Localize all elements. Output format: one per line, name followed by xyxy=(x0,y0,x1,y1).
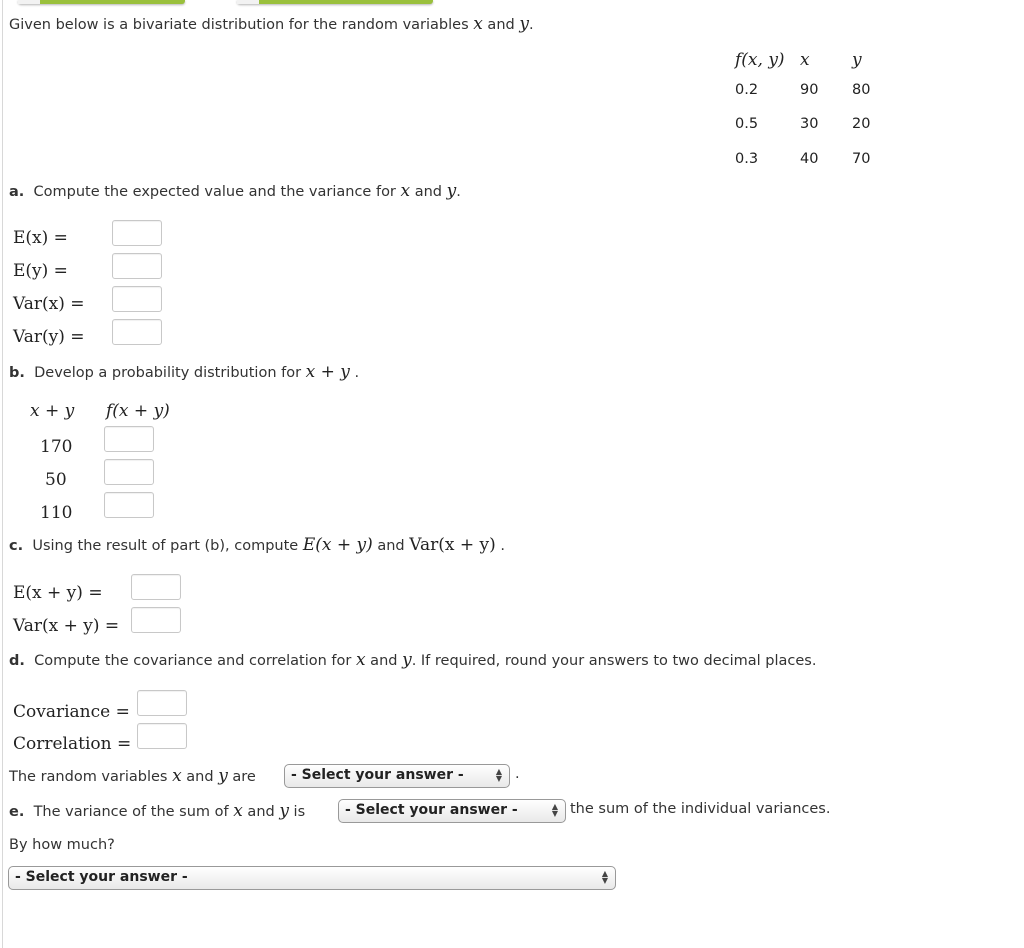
random-variables-text: The random variables x and y are xyxy=(9,766,256,786)
ex-input[interactable] xyxy=(112,220,162,246)
ey-input[interactable] xyxy=(112,253,162,279)
part-d-prompt: d. Compute the covariance and correlatio… xyxy=(9,650,817,670)
varxy-label: Var(x + y) = xyxy=(13,616,120,636)
select-arrows-icon: ▲ ▼ xyxy=(601,869,608,885)
varx-input[interactable] xyxy=(112,286,162,312)
prob-input-110[interactable] xyxy=(104,492,154,518)
ex-label: E(x) = xyxy=(13,228,68,248)
period: . xyxy=(515,766,520,782)
part-c-prompt: c. Using the result of part (b), compute… xyxy=(9,535,505,555)
top-button-1[interactable] xyxy=(18,0,185,4)
part-a-prompt: a. Compute the expected value and the va… xyxy=(9,181,461,201)
sum-col-header: x + y xyxy=(30,401,75,421)
table-cell: 0.2 xyxy=(735,82,759,98)
select-arrows-icon: ▲ ▼ xyxy=(495,767,502,783)
left-border xyxy=(2,0,3,948)
table-cell: 0.3 xyxy=(735,151,759,167)
exy-input[interactable] xyxy=(131,574,181,600)
relationship-select[interactable]: - Select your answer - ▲ ▼ xyxy=(284,764,510,788)
correlation-label: Correlation = xyxy=(13,734,132,754)
prob-input-50[interactable] xyxy=(104,459,154,485)
correlation-input[interactable] xyxy=(137,723,187,749)
part-e-prompt: e. The variance of the sum of x and y is xyxy=(9,801,306,821)
table-header-y: y xyxy=(852,50,862,70)
covariance-label: Covariance = xyxy=(13,702,130,722)
select-arrows-icon: ▲ ▼ xyxy=(551,802,558,818)
table-header-x: x xyxy=(800,50,810,70)
variance-comparison-select[interactable]: - Select your answer - ▲ ▼ xyxy=(338,799,566,823)
sum-value: 170 xyxy=(40,437,73,457)
covariance-input[interactable] xyxy=(137,690,187,716)
exy-label: E(x + y) = xyxy=(13,583,103,603)
ey-label: E(y) = xyxy=(13,261,68,281)
how-much-select[interactable]: - Select your answer - ▲ ▼ xyxy=(8,866,616,890)
vary-input[interactable] xyxy=(112,319,162,345)
top-button-2[interactable] xyxy=(237,0,433,4)
part-e-suffix: the sum of the individual variances. xyxy=(570,801,831,817)
vary-label: Var(y) = xyxy=(13,327,85,347)
table-cell: 80 xyxy=(852,82,871,98)
varx-label: Var(x) = xyxy=(13,294,85,314)
table-cell: 40 xyxy=(800,151,819,167)
part-b-prompt: b. Develop a probability distribution fo… xyxy=(9,362,360,382)
table-cell: 90 xyxy=(800,82,819,98)
varxy-input[interactable] xyxy=(131,607,181,633)
table-cell: 0.5 xyxy=(735,116,759,132)
table-cell: 20 xyxy=(852,116,871,132)
prob-input-170[interactable] xyxy=(104,426,154,452)
prob-col-header: f(x + y) xyxy=(106,401,170,421)
how-much-label: By how much? xyxy=(9,837,115,853)
sum-value: 50 xyxy=(45,470,67,490)
table-cell: 70 xyxy=(852,151,871,167)
intro-text: Given below is a bivariate distribution … xyxy=(9,14,534,34)
sum-value: 110 xyxy=(40,503,73,523)
table-cell: 30 xyxy=(800,116,819,132)
table-header-f: f(x, y) xyxy=(735,50,785,70)
